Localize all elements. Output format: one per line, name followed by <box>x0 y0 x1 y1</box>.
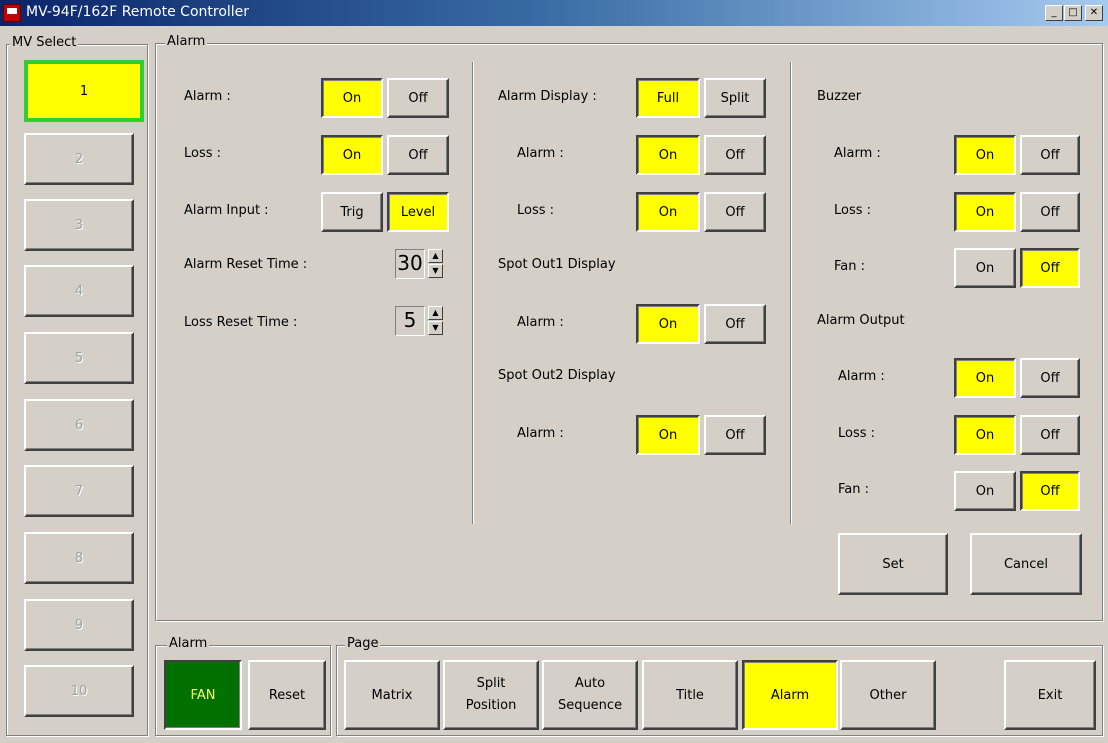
alarm-settings-legend: Alarm <box>165 34 208 49</box>
display-full-button[interactable]: Full <box>636 78 700 118</box>
alarm-display-label: Alarm Display : <box>498 89 597 104</box>
spot-out2-alarm-label: Alarm : <box>517 426 564 441</box>
display-alarm-on-button[interactable]: On <box>636 135 700 175</box>
display-alarm-label: Alarm : <box>517 146 564 161</box>
display-loss-on-button[interactable]: On <box>636 192 700 232</box>
page-legend: Page <box>345 636 381 651</box>
alarm-output-label: Alarm Output <box>817 313 905 328</box>
buzzer-alarm-off-button[interactable]: Off <box>1020 135 1080 175</box>
output-loss-on-button[interactable]: On <box>954 415 1016 455</box>
display-alarm-off-button[interactable]: Off <box>704 135 766 175</box>
display-loss-off-button[interactable]: Off <box>704 192 766 232</box>
minimize-button[interactable]: _ <box>1045 5 1063 21</box>
spin-down-icon[interactable]: ▼ <box>428 321 443 335</box>
output-fan-on-button[interactable]: On <box>954 471 1016 511</box>
button-label-line: Split <box>476 676 506 691</box>
page-title-button[interactable]: Title <box>642 660 738 730</box>
alarm-reset-button[interactable]: Reset <box>248 660 326 730</box>
output-loss-label: Loss : <box>838 426 876 441</box>
button-label-line: Auto <box>574 676 606 691</box>
buzzer-alarm-label: Alarm : <box>834 146 881 161</box>
cancel-button[interactable]: Cancel <box>970 533 1082 595</box>
output-alarm-on-button[interactable]: On <box>954 358 1016 398</box>
spot-out1-on-button[interactable]: On <box>636 304 700 344</box>
mv-select-legend: MV Select <box>10 35 79 50</box>
column-divider <box>472 62 473 524</box>
output-loss-off-button[interactable]: Off <box>1020 415 1080 455</box>
spot-out2-label: Spot Out2 Display <box>498 368 616 383</box>
mv-button-1[interactable]: 1 <box>24 60 144 122</box>
page-split-position-button[interactable]: Split Position <box>443 660 539 730</box>
close-button[interactable]: ✕ <box>1085 5 1103 21</box>
page-matrix-button[interactable]: Matrix <box>344 660 440 730</box>
mv-button-4[interactable]: 4 <box>24 265 134 317</box>
buzzer-fan-on-button[interactable]: On <box>954 248 1016 288</box>
fan-alarm-indicator[interactable]: FAN <box>164 660 242 730</box>
mv-button-8[interactable]: 8 <box>24 532 134 584</box>
mv-button-2[interactable]: 2 <box>24 133 134 185</box>
alarm-label: Alarm : <box>184 89 231 104</box>
buzzer-loss-off-button[interactable]: Off <box>1020 192 1080 232</box>
buzzer-loss-on-button[interactable]: On <box>954 192 1016 232</box>
alarm-reset-time-label: Alarm Reset Time : <box>184 257 308 272</box>
mv-button-9[interactable]: 9 <box>24 599 134 651</box>
spot-out1-off-button[interactable]: Off <box>704 304 766 344</box>
display-loss-label: Loss : <box>517 203 555 218</box>
bottom-alarm-legend: Alarm <box>167 636 210 651</box>
loss-reset-time-value[interactable]: 5 <box>395 306 425 336</box>
output-fan-label: Fan : <box>838 482 870 497</box>
buzzer-fan-label: Fan : <box>834 259 866 274</box>
loss-reset-time-label: Loss Reset Time : <box>184 315 298 330</box>
column-divider <box>790 62 791 524</box>
mv-button-10[interactable]: 10 <box>24 665 134 717</box>
alarm-reset-time-value[interactable]: 30 <box>395 249 425 279</box>
window-title: MV-94F/162F Remote Controller <box>26 4 250 20</box>
output-alarm-label: Alarm : <box>838 369 885 384</box>
exit-button[interactable]: Exit <box>1004 660 1096 730</box>
page-auto-sequence-button[interactable]: Auto Sequence <box>542 660 638 730</box>
buzzer-loss-label: Loss : <box>834 203 872 218</box>
alarm-on-button[interactable]: On <box>321 78 383 118</box>
spin-up-icon[interactable]: ▲ <box>428 306 443 320</box>
set-button[interactable]: Set <box>838 533 948 595</box>
loss-label: Loss : <box>184 146 222 161</box>
alarm-off-button[interactable]: Off <box>387 78 449 118</box>
spot-out2-on-button[interactable]: On <box>636 415 700 455</box>
maximize-button[interactable]: □ <box>1064 5 1082 21</box>
buzzer-fan-off-button[interactable]: Off <box>1020 248 1080 288</box>
page-other-button[interactable]: Other <box>840 660 936 730</box>
spin-up-icon[interactable]: ▲ <box>428 249 443 263</box>
mv-button-6[interactable]: 6 <box>24 399 134 451</box>
spot-out1-label: Spot Out1 Display <box>498 257 616 272</box>
display-split-button[interactable]: Split <box>704 78 766 118</box>
alarm-input-level-button[interactable]: Level <box>387 192 449 232</box>
output-fan-off-button[interactable]: Off <box>1020 471 1080 511</box>
alarm-settings-group <box>155 43 1103 621</box>
buzzer-alarm-on-button[interactable]: On <box>954 135 1016 175</box>
mv-button-5[interactable]: 5 <box>24 332 134 384</box>
mv-button-7[interactable]: 7 <box>24 465 134 517</box>
button-label-line: Sequence <box>557 698 623 713</box>
page-alarm-button[interactable]: Alarm <box>742 660 838 730</box>
spot-out1-alarm-label: Alarm : <box>517 315 564 330</box>
loss-on-button[interactable]: On <box>321 135 383 175</box>
spot-out2-off-button[interactable]: Off <box>704 415 766 455</box>
alarm-input-label: Alarm Input : <box>184 203 269 218</box>
app-icon <box>3 4 21 22</box>
output-alarm-off-button[interactable]: Off <box>1020 358 1080 398</box>
spin-down-icon[interactable]: ▼ <box>428 264 443 278</box>
loss-off-button[interactable]: Off <box>387 135 449 175</box>
button-label-line: Position <box>465 698 517 713</box>
alarm-input-trig-button[interactable]: Trig <box>321 192 383 232</box>
buzzer-label: Buzzer <box>817 89 862 104</box>
title-bar: MV-94F/162F Remote Controller _ □ ✕ <box>0 0 1108 26</box>
mv-button-3[interactable]: 3 <box>24 199 134 251</box>
